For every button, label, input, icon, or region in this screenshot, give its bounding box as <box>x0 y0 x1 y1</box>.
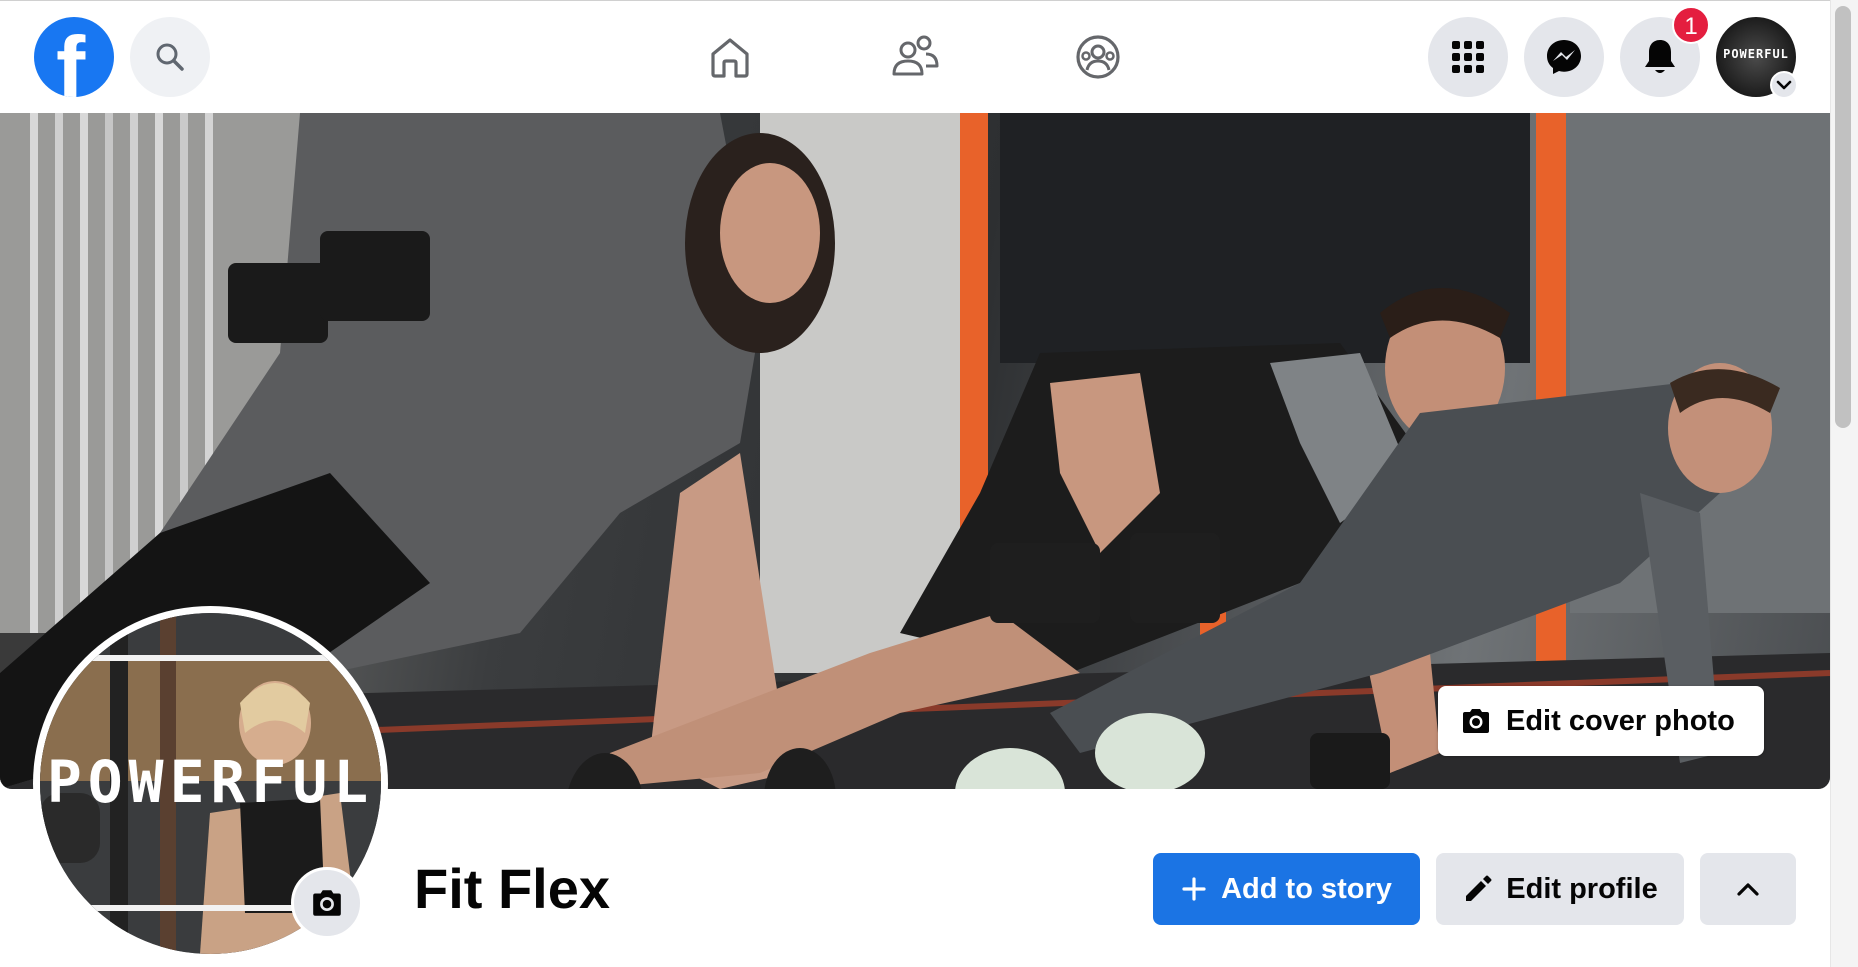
collapse-button[interactable] <box>1700 853 1796 925</box>
chevron-down-icon <box>1776 80 1792 90</box>
friends-icon <box>892 35 939 76</box>
search-button[interactable] <box>130 17 210 97</box>
search-icon <box>156 43 184 71</box>
nav-groups-tab[interactable] <box>1068 27 1128 87</box>
facebook-logo-letter: f <box>56 18 86 98</box>
plus-icon <box>1182 877 1206 901</box>
update-profile-picture-button[interactable] <box>291 867 363 939</box>
groups-icon <box>1076 35 1120 79</box>
chevron-up-icon <box>1737 883 1759 896</box>
bell-icon <box>1645 40 1675 73</box>
edit-profile-button[interactable]: Edit profile <box>1436 853 1684 925</box>
top-navigation-bar: f 1 POWERFUL <box>0 0 1830 113</box>
profile-page: f 1 POWERFUL Edit cover photo POWERFUL F… <box>0 0 1858 967</box>
account-menu-button[interactable] <box>1770 71 1798 99</box>
home-icon <box>711 38 749 78</box>
add-to-story-button[interactable]: Add to story <box>1153 853 1420 925</box>
camera-icon <box>1463 709 1489 733</box>
profile-picture-top-stripe <box>40 655 381 661</box>
edit-profile-label: Edit profile <box>1506 872 1658 905</box>
notifications-badge: 1 <box>1672 6 1710 44</box>
profile-picture-text: POWERFUL <box>46 748 375 816</box>
facebook-logo[interactable]: f <box>34 17 114 97</box>
nav-home-tab[interactable] <box>700 27 760 87</box>
account-avatar-text: POWERFUL <box>1723 47 1789 61</box>
messenger-button[interactable] <box>1524 17 1604 97</box>
camera-icon <box>313 890 341 916</box>
menu-button[interactable] <box>1428 17 1508 97</box>
pencil-icon <box>1466 875 1492 901</box>
messenger-icon <box>1547 40 1581 74</box>
profile-name: Fit Flex <box>414 857 611 920</box>
edit-cover-photo-button[interactable]: Edit cover photo <box>1438 686 1764 756</box>
nav-friends-tab[interactable] <box>885 27 945 87</box>
grid-menu-icon <box>1452 41 1484 73</box>
scrollbar-thumb[interactable] <box>1835 6 1851 428</box>
edit-cover-photo-label: Edit cover photo <box>1506 704 1735 737</box>
add-to-story-label: Add to story <box>1221 872 1392 905</box>
